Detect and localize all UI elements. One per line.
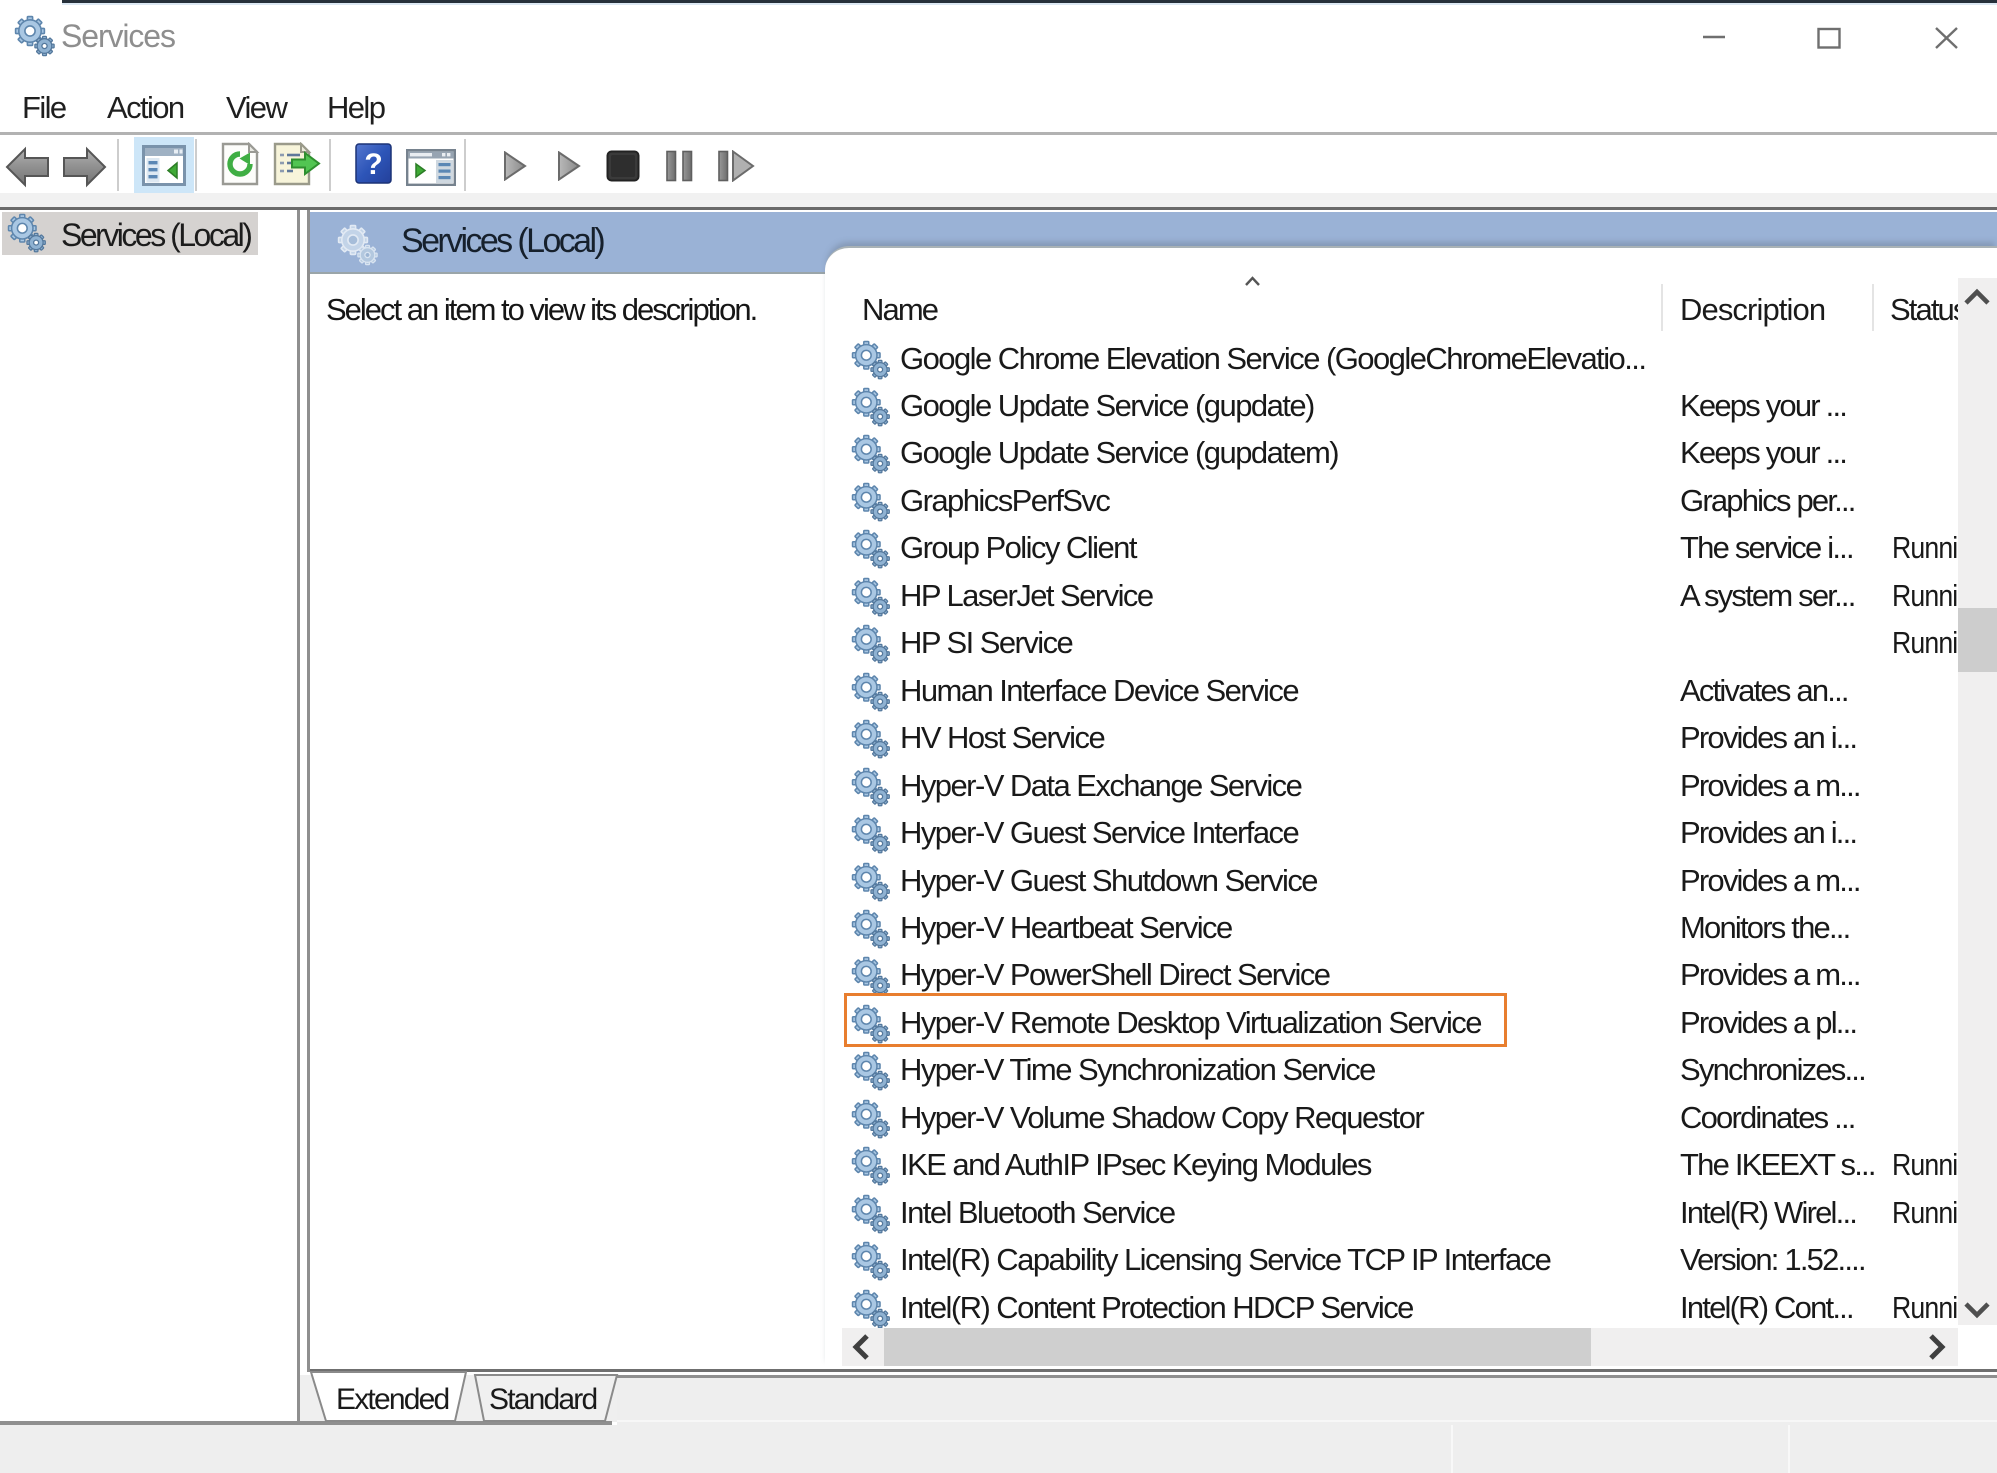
svg-text:?: ? <box>364 148 382 181</box>
